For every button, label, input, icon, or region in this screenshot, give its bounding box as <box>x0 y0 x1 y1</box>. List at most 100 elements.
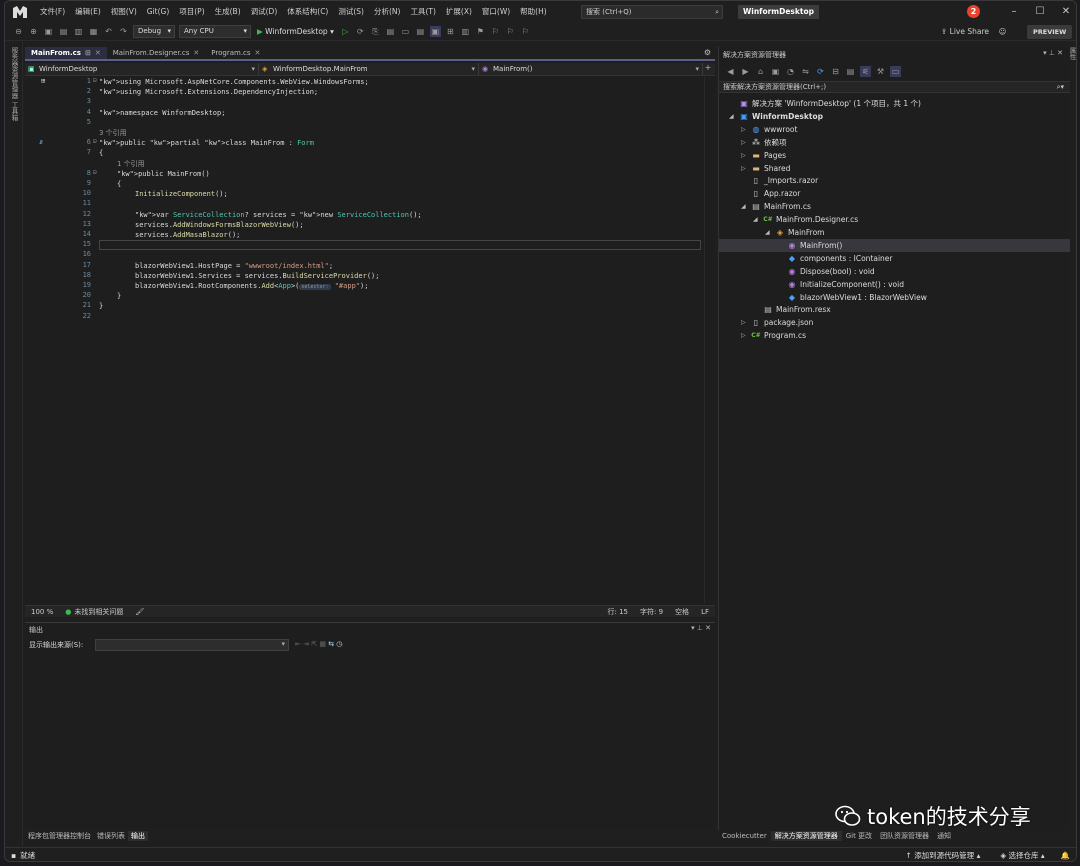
tree-item[interactable]: ▣ 解决方案 'WinformDesktop' (1 个项目，共 1 个) <box>719 97 1070 110</box>
tree-item[interactable]: ◢ C# MainFrom.Designer.cs <box>719 213 1070 226</box>
expand-arrow-icon[interactable]: ▷ <box>741 162 746 175</box>
tree-item[interactable]: ▯ App.razor <box>719 187 1070 200</box>
platform-dropdown[interactable]: Any CPU ▾ <box>179 25 251 38</box>
add-source-control[interactable]: ↑ 添加到源代码管理 ▴ <box>896 850 991 861</box>
save-icon[interactable]: ▥ <box>73 26 84 37</box>
collapse-arrow-icon[interactable]: ◢ <box>753 213 758 226</box>
clear-icon[interactable]: ▦ <box>319 640 326 648</box>
menu-item[interactable]: 视图(V) <box>106 1 142 23</box>
tab-program-cs[interactable]: Program.cs ✕ <box>205 47 266 59</box>
menu-item[interactable]: 生成(B) <box>210 1 246 23</box>
solution-bottom-tab[interactable]: Cookiecutter <box>718 832 771 840</box>
word-wrap-icon[interactable]: ⇆ <box>328 640 334 648</box>
preview-badge[interactable]: PREVIEW <box>1027 25 1073 39</box>
tree-item[interactable]: ◢ ▤ MainFrom.cs <box>719 200 1070 213</box>
code-area[interactable]: 1 2 3 4 5 6 7 8 9 10 11 12 13 14 15 16 17 18 19 20 21 22 "kw"… <box>25 77 703 603</box>
code-line[interactable]: "kw">using Microsoft.Extensions.Dependen… <box>99 87 318 97</box>
filter-icon[interactable]: ⚟ <box>860 65 871 77</box>
tree-item[interactable]: ▷ ▬ Pages <box>719 149 1070 162</box>
hot-reload-icon[interactable]: ⟳ <box>355 26 366 37</box>
tree-item[interactable]: ◢ ◈ MainFrom <box>719 226 1070 239</box>
diagnostics-icon[interactable]: ▤ <box>385 26 396 37</box>
row-indicator[interactable]: 行: 15 <box>602 607 635 617</box>
save-all-icon[interactable]: ▦ <box>88 26 99 37</box>
menu-item[interactable]: 体系结构(C) <box>282 1 333 23</box>
fold-icon[interactable]: ⊟ <box>93 138 97 145</box>
code-line[interactable]: InitializeComponent(); <box>135 189 228 199</box>
select-repo[interactable]: ◈ 选择仓库 ▴ <box>990 850 1054 861</box>
solution-bottom-tab[interactable]: 团队资源管理器 <box>876 831 933 841</box>
split-icon[interactable]: + <box>703 63 713 75</box>
code-line[interactable]: "kw">public MainFrom() <box>117 169 210 179</box>
tree-item[interactable]: ◢ ▣ WinformDesktop <box>719 110 1070 123</box>
bottom-tab[interactable]: 程序包管理器控制台 <box>25 831 94 841</box>
issues-indicator[interactable]: ● 未找到相关问题 <box>59 607 129 617</box>
code-line[interactable]: 3 个引用 <box>99 128 127 138</box>
code-line[interactable]: blazorWebView1.RootComponents.Add<App>(s… <box>135 281 368 291</box>
panel-controls[interactable]: ▾ ⊥ ✕ <box>1043 49 1063 57</box>
bookmark-icon[interactable]: ⚑ <box>475 26 486 37</box>
space-indicator[interactable]: 空格 <box>669 607 695 617</box>
pending-changes-icon[interactable]: ◔ <box>785 66 796 77</box>
inheritance-icon[interactable]: ⇵ <box>39 138 43 146</box>
panel-controls[interactable]: ▾ ⊥ ✕ <box>691 624 711 632</box>
pin-icon[interactable]: ⊞ <box>85 47 91 59</box>
tab-mainfrom-cs[interactable]: MainFrom.cs ⊞ ✕ <box>25 47 107 59</box>
collapse-arrow-icon[interactable]: ◢ <box>765 226 770 239</box>
code-line[interactable]: services.AddMasaBlazor(); <box>135 230 240 240</box>
close-icon[interactable]: ✕ <box>1059 5 1073 19</box>
clock-icon[interactable]: ◷ <box>336 640 342 648</box>
code-line[interactable]: { <box>99 148 103 158</box>
preview-icon[interactable]: ▭ <box>890 65 901 77</box>
bookmark-clear-icon[interactable]: ⚐ <box>520 26 531 37</box>
code-line[interactable]: } <box>117 291 121 301</box>
back-icon[interactable]: ⊖ <box>13 26 24 37</box>
notifications-icon[interactable]: 🔔 <box>1055 851 1076 860</box>
goto-next-icon[interactable]: ⇥ <box>303 640 309 648</box>
tab-mainfrom-designer-cs[interactable]: MainFrom.Designer.cs ✕ <box>107 47 206 59</box>
solution-bottom-tab[interactable]: 通知 <box>933 831 955 841</box>
start-without-debug-icon[interactable]: ▷ <box>340 26 351 37</box>
close-tab-icon[interactable]: ✕ <box>255 47 261 59</box>
left-strip-label[interactable]: 服务器资源管理器 工具箱 <box>9 47 19 121</box>
properties-icon[interactable]: ⚒ <box>875 66 886 77</box>
maximize-icon[interactable]: ☐ <box>1033 5 1047 19</box>
undo-icon[interactable]: ↶ <box>103 26 114 37</box>
member-dropdown[interactable]: ◉ MainFrom() ▾ <box>479 63 703 75</box>
output-source-dropdown[interactable]: ▾ <box>95 639 289 651</box>
menu-item[interactable]: 帮助(H) <box>515 1 552 23</box>
expand-arrow-icon[interactable]: ▷ <box>741 329 746 342</box>
expand-arrow-icon[interactable]: ▷ <box>741 123 746 136</box>
format-icon[interactable]: ▤ <box>415 26 426 37</box>
search-box[interactable]: 搜索 (Ctrl+Q) ⌕ <box>581 5 723 19</box>
expand-arrow-icon[interactable]: ▷ <box>741 136 746 149</box>
col-indicator[interactable]: 字符: 9 <box>634 607 669 617</box>
tree-item[interactable]: ▤ MainFrom.resx <box>719 303 1070 316</box>
vertical-scrollbar[interactable] <box>704 77 714 603</box>
sync-icon[interactable]: ⇋ <box>800 66 811 77</box>
collapse-arrow-icon[interactable]: ◢ <box>729 110 734 123</box>
code-line[interactable]: "kw">public "kw">partial "kw">class Main… <box>99 138 314 148</box>
fold-icon[interactable]: ⊟ <box>93 77 97 84</box>
goto-prev-icon[interactable]: ⇤ <box>295 640 301 648</box>
tree-item[interactable]: ▷ ◍ wwwroot <box>719 123 1070 136</box>
fold-icon[interactable]: ⊟ <box>93 169 97 176</box>
expand-arrow-icon[interactable]: ▷ <box>741 149 746 162</box>
tree-item[interactable]: ▷ ▯ package.json <box>719 316 1070 329</box>
cleanup-icon[interactable]: 🖌 <box>129 608 150 616</box>
menu-item[interactable]: 编辑(E) <box>70 1 106 23</box>
find-icon[interactable]: ⇱ <box>311 640 317 648</box>
redo-icon[interactable]: ↷ <box>118 26 129 37</box>
layout-icon[interactable]: ▥ <box>460 26 471 37</box>
menu-item[interactable]: 调试(D) <box>246 1 283 23</box>
align-icon[interactable]: ⊞ <box>445 26 456 37</box>
menu-item[interactable]: 窗口(W) <box>477 1 515 23</box>
tree-item[interactable]: ◉ Dispose(bool) : void <box>719 265 1070 278</box>
tree-item[interactable]: ◆ components : IContainer <box>719 252 1070 265</box>
menu-item[interactable]: 项目(P) <box>174 1 209 23</box>
code-line[interactable]: "kw">namespace WinformDesktop; <box>99 108 225 118</box>
menu-item[interactable]: Git(G) <box>142 1 175 23</box>
bottom-tab[interactable]: 输出 <box>128 831 148 841</box>
configuration-dropdown[interactable]: Debug ▾ <box>133 25 175 38</box>
show-all-files-icon[interactable]: ▤ <box>845 66 856 77</box>
